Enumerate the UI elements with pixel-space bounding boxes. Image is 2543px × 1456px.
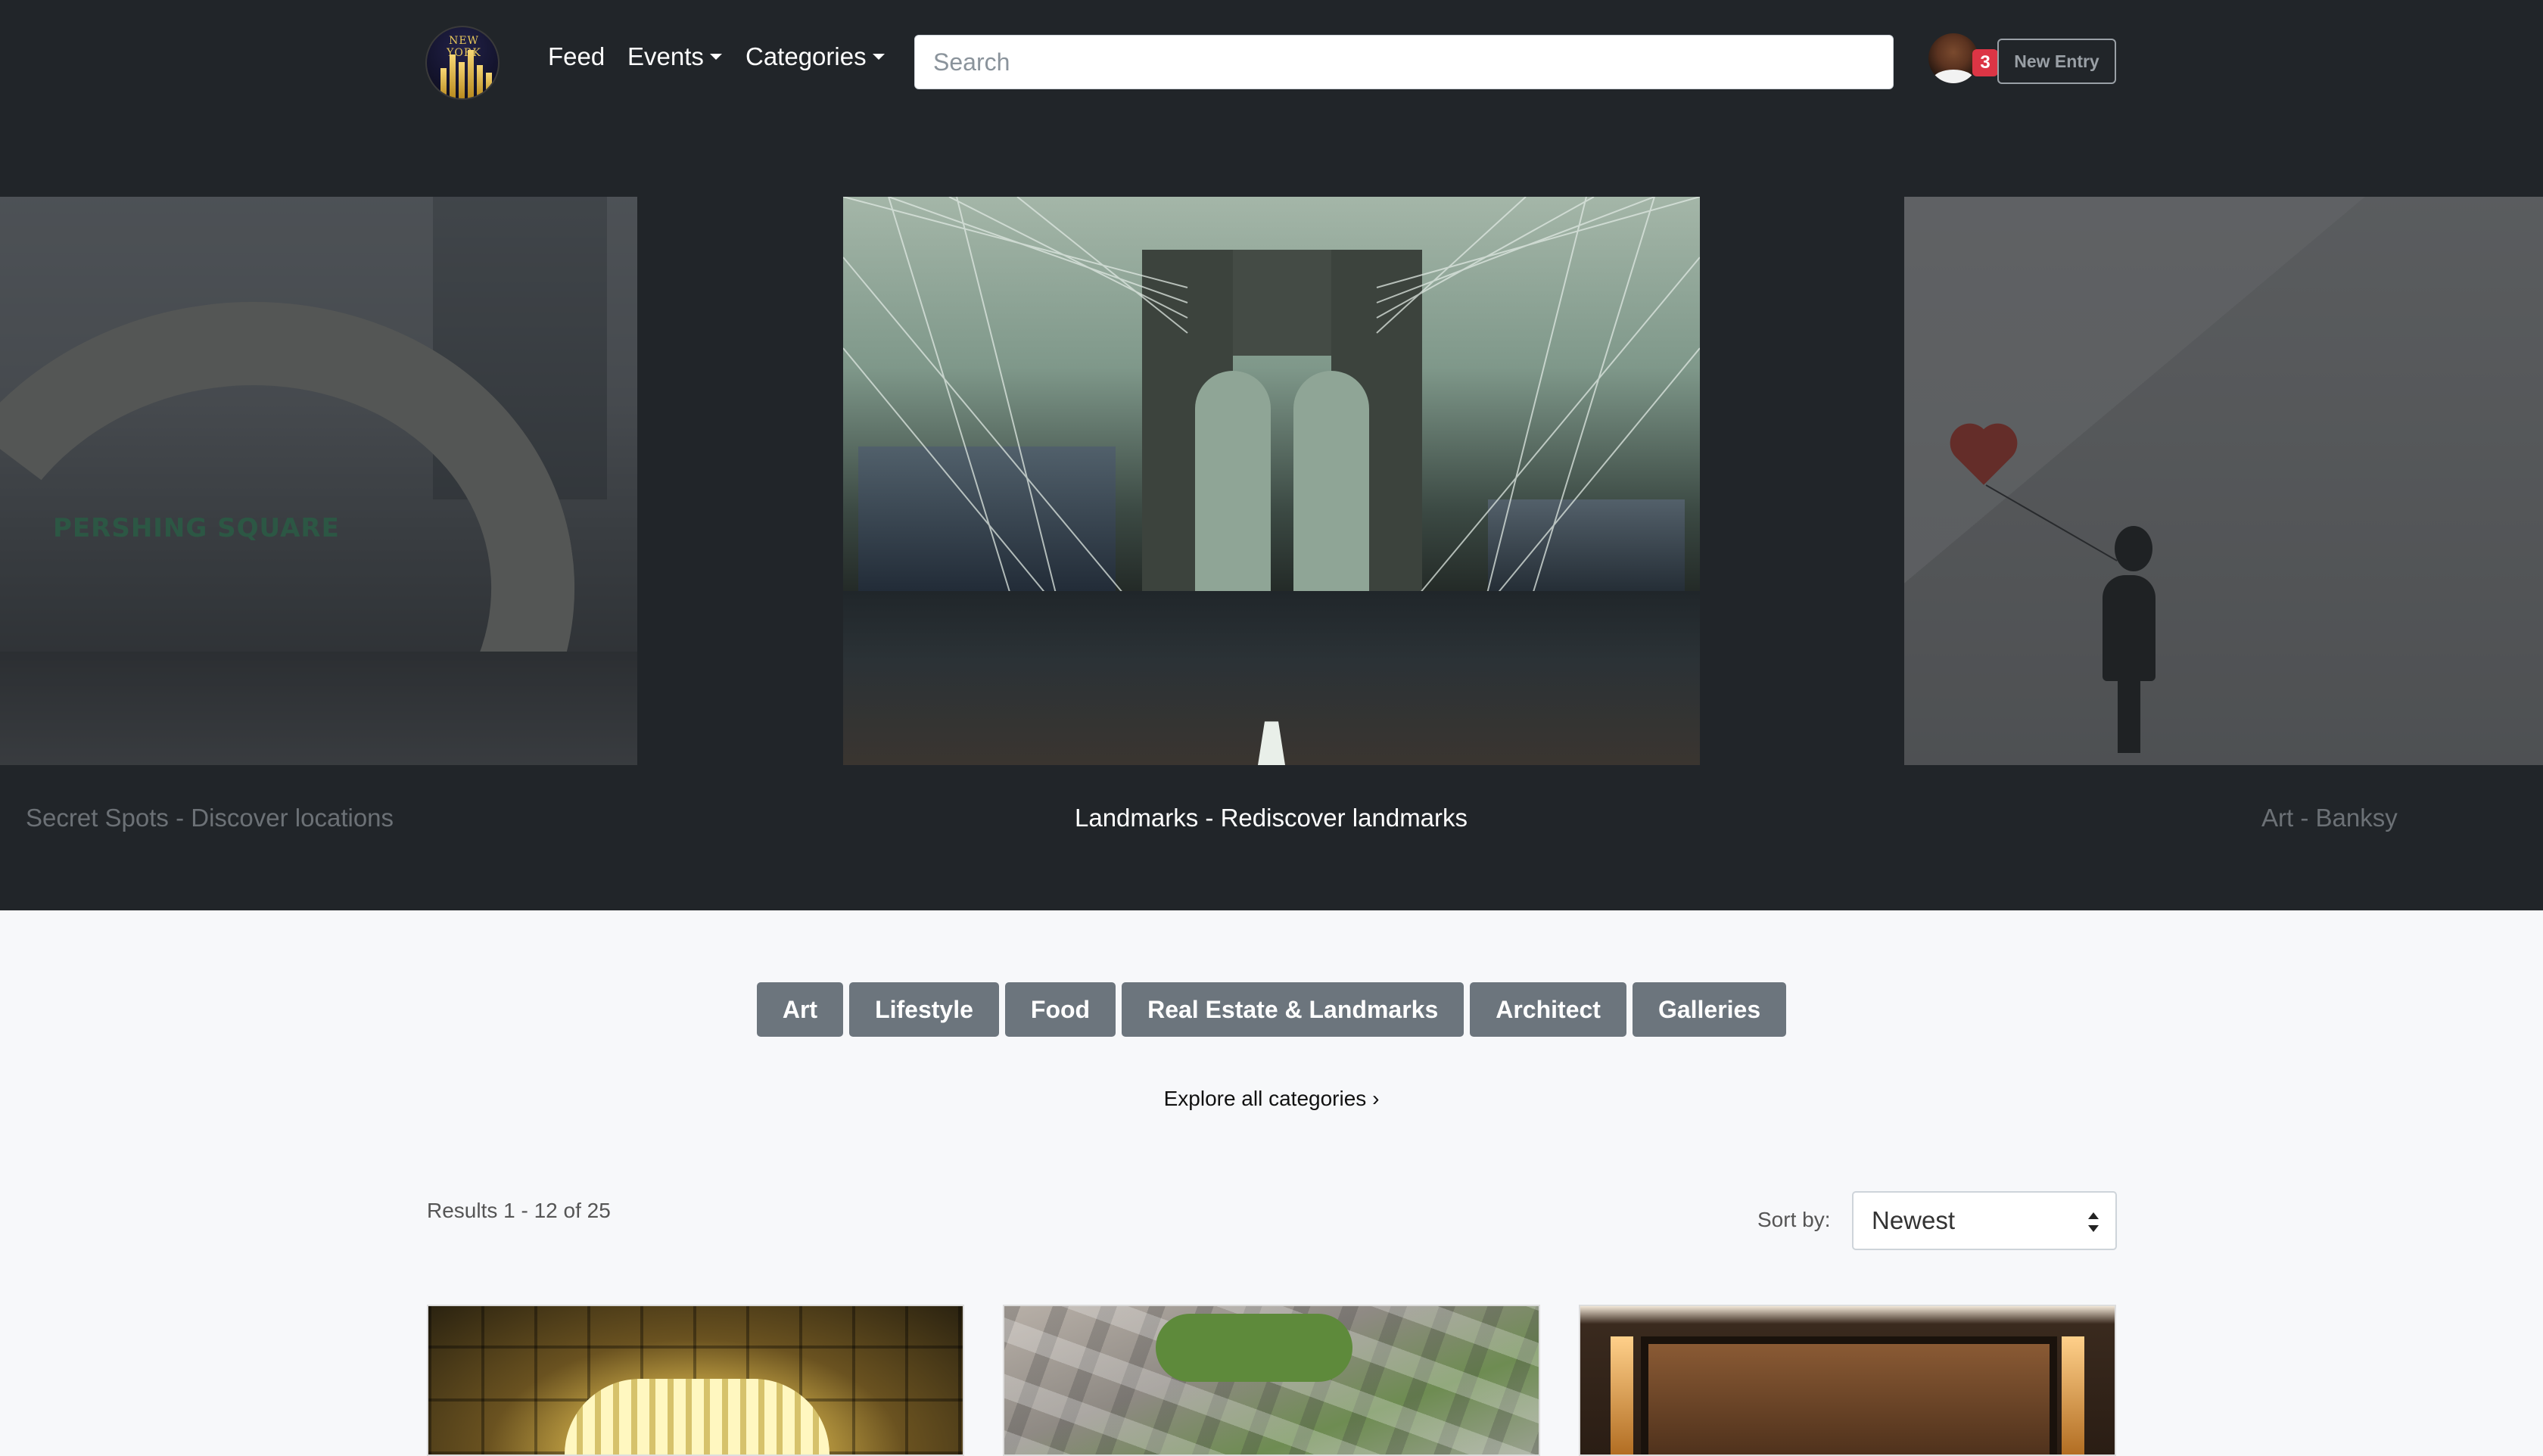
results-summary: Results 1 - 12 of 25: [427, 1199, 611, 1222]
carousel-caption-active: Landmarks - Rediscover landmarks: [1075, 804, 1468, 832]
nav-feed-label: Feed: [548, 42, 605, 70]
caret-down-icon: [872, 54, 885, 61]
category-architect-button[interactable]: Architect: [1470, 982, 1626, 1037]
logo-building-icon: [440, 68, 447, 98]
lamp-left-shape: [1611, 1336, 1633, 1454]
staircase-shape: [1904, 197, 2543, 765]
girl-silhouette-body: [2103, 575, 2155, 681]
logo-building-icon: [486, 73, 492, 98]
logo-text: NEW YORK: [447, 35, 481, 59]
carousel-slide-active[interactable]: [843, 197, 1700, 765]
caret-down-icon: [709, 54, 722, 61]
paneled-wall-shape: [1641, 1336, 2057, 1454]
carousel-caption-next: Art - Banksy: [2261, 804, 2398, 832]
organ-pipes-shape: [565, 1379, 830, 1454]
category-real-estate-landmarks-button[interactable]: Real Estate & Landmarks: [1122, 982, 1464, 1037]
pershing-square-sign: PERSHING SQUARE: [53, 513, 340, 543]
user-avatar[interactable]: [1928, 33, 1978, 83]
result-card[interactable]: [1579, 1305, 2116, 1456]
result-card[interactable]: [427, 1305, 964, 1456]
site-logo[interactable]: NEW YORK: [425, 26, 500, 100]
category-lifestyle-button[interactable]: Lifestyle: [849, 982, 999, 1037]
category-galleries-button[interactable]: Galleries: [1632, 982, 1787, 1037]
logo-building-icon: [459, 62, 465, 98]
category-art-button[interactable]: Art: [756, 982, 844, 1037]
hero-section: NEW YORK Feed Events Categories 3 New En…: [0, 0, 2543, 910]
nav-events-dropdown[interactable]: Events: [627, 42, 722, 71]
carousel-caption-prev: Secret Spots - Discover locations: [26, 804, 394, 832]
logo-building-icon: [477, 65, 483, 98]
trees-shape: [1156, 1314, 1352, 1382]
logo-building-icon: [450, 54, 456, 98]
street-shape: [0, 652, 637, 765]
girl-silhouette-head: [2115, 526, 2152, 571]
lamp-right-shape: [2062, 1336, 2084, 1454]
nav-categories-label: Categories: [745, 42, 867, 70]
girl-silhouette-legs: [2118, 681, 2140, 753]
carousel-slide-prev[interactable]: PERSHING SQUARE: [0, 197, 637, 765]
avatar-shirt: [1933, 70, 1974, 83]
notification-badge[interactable]: 3: [1972, 49, 1998, 76]
category-buttons: Art Lifestyle Food Real Estate & Landmar…: [0, 982, 2543, 1037]
sort-select[interactable]: Newest: [1852, 1191, 2117, 1250]
category-food-button[interactable]: Food: [1004, 982, 1116, 1037]
search-input[interactable]: [914, 35, 1894, 89]
select-arrows-icon: [2088, 1212, 2099, 1232]
nav-categories-dropdown[interactable]: Categories: [745, 42, 885, 71]
carousel-slide-next[interactable]: [1904, 197, 2543, 765]
sort-select-value: Newest: [1872, 1206, 1956, 1234]
nav-events-label: Events: [627, 42, 704, 70]
nav-feed-link[interactable]: Feed: [548, 42, 605, 71]
explore-all-categories-link[interactable]: Explore all categories ›: [0, 1087, 2543, 1111]
sort-label: Sort by:: [1757, 1208, 1831, 1231]
new-entry-button[interactable]: New Entry: [1997, 39, 2116, 84]
result-card[interactable]: [1003, 1305, 1540, 1456]
logo-building-icon: [468, 50, 474, 98]
top-navbar: NEW YORK Feed Events Categories 3 New En…: [0, 0, 2543, 123]
